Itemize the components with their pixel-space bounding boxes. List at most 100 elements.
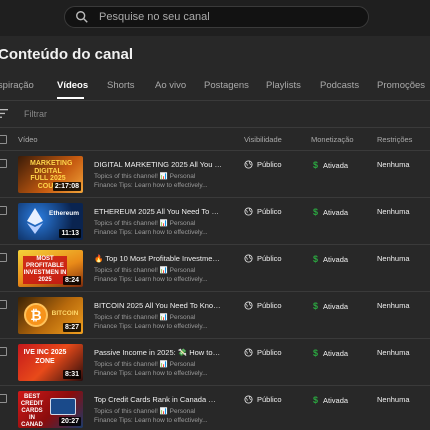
tab-promotions[interactable]: Promoções: [377, 80, 425, 91]
dollar-icon: $: [313, 160, 319, 170]
monetization-cell[interactable]: $ Ativada: [313, 348, 348, 358]
tab-inspiration[interactable]: Inspiração: [0, 80, 34, 91]
active-tab-indicator: [57, 97, 84, 99]
video-duration: 8:27: [62, 323, 81, 332]
video-title[interactable]: 🔥 Top 10 Most Profitable Investment...: [94, 254, 222, 263]
table-row[interactable]: Ethereum 11:13 ETHEREUM 2025 All You Nee…: [0, 197, 430, 244]
row-checkbox[interactable]: [0, 300, 7, 309]
monetization-cell[interactable]: $ Ativada: [313, 160, 348, 170]
row-checkbox[interactable]: [0, 206, 7, 215]
globe-icon: [244, 207, 253, 216]
restrictions-value: Nenhuma: [377, 254, 410, 263]
video-title[interactable]: BITCOIN 2025 All You Need To Know...: [94, 301, 222, 310]
visibility-value: Público: [257, 301, 282, 310]
video-duration: 20:27: [59, 417, 81, 426]
filter-icon[interactable]: [0, 109, 8, 118]
table-row[interactable]: MARKETING DIGITAL FULL 2025 COUR 2:17:08…: [0, 150, 430, 197]
row-checkbox[interactable]: [0, 253, 7, 262]
tab-podcasts[interactable]: Podcasts: [320, 80, 359, 91]
tab-posts[interactable]: Postagens: [204, 80, 249, 91]
restrictions-value: Nenhuma: [377, 395, 410, 404]
tab-videos[interactable]: Vídeos: [57, 80, 88, 91]
visibility-cell[interactable]: Público: [244, 207, 282, 216]
select-all-checkbox[interactable]: [0, 135, 7, 144]
restrictions-value: Nenhuma: [377, 301, 410, 310]
video-thumbnail[interactable]: ₿ BITCOIN 8:27: [18, 297, 83, 334]
row-checkbox[interactable]: [0, 394, 7, 403]
credit-card-icon: [50, 398, 76, 415]
page-title: Conteúdo do canal: [0, 46, 133, 63]
video-description: Topics of this channel! 📊 Personal Financ…: [94, 361, 208, 377]
filter-input[interactable]: Filtrar: [24, 109, 47, 119]
video-title[interactable]: DIGITAL MARKETING 2025 All You Ne...: [94, 160, 222, 169]
channel-search[interactable]: Pesquise no seu canal: [64, 6, 369, 28]
monetization-cell[interactable]: $ Ativada: [313, 254, 348, 264]
dollar-icon: $: [313, 301, 319, 311]
dollar-icon: $: [313, 395, 319, 405]
content-tabs: Inspiração Vídeos Shorts Ao vivo Postage…: [0, 70, 430, 100]
visibility-value: Público: [257, 254, 282, 263]
monetization-value: Ativada: [323, 160, 349, 170]
column-visibility[interactable]: Visibilidade: [244, 135, 282, 144]
monetization-cell[interactable]: $ Ativada: [313, 395, 348, 405]
tab-shorts[interactable]: Shorts: [107, 80, 134, 91]
video-duration: 8:31: [62, 370, 81, 379]
thumbnail-text: BEST CREDIT CARDS IN CANAD: [20, 394, 44, 428]
search-placeholder[interactable]: Pesquise no seu canal: [99, 11, 210, 23]
video-thumbnail[interactable]: MOST PROFITABLE INVESTMEN IN 2025 8:24: [18, 250, 83, 287]
column-restrictions[interactable]: Restrições: [377, 135, 412, 144]
row-checkbox[interactable]: [0, 159, 7, 168]
globe-icon: [244, 160, 253, 169]
table-row[interactable]: ₿ BITCOIN 8:27 BITCOIN 2025 All You Need…: [0, 291, 430, 338]
visibility-cell[interactable]: Público: [244, 254, 282, 263]
video-title[interactable]: Top Credit Cards Rank in Canada 💳 (...: [94, 395, 222, 404]
visibility-cell[interactable]: Público: [244, 348, 282, 357]
ethereum-logo-icon: [27, 208, 43, 234]
table-row[interactable]: BEST CREDIT CARDS IN CANAD 20:27 Top Cre…: [0, 385, 430, 430]
table-row[interactable]: IVE INC 2025 ZONE 8:31 Passive Income in…: [0, 338, 430, 385]
dollar-icon: $: [313, 207, 319, 217]
video-duration: 8:24: [62, 276, 81, 285]
dollar-icon: $: [313, 348, 319, 358]
visibility-value: Público: [257, 395, 282, 404]
table-row[interactable]: MOST PROFITABLE INVESTMEN IN 2025 8:24 🔥…: [0, 244, 430, 291]
tab-live[interactable]: Ao vivo: [155, 80, 186, 91]
video-thumbnail[interactable]: MARKETING DIGITAL FULL 2025 COUR 2:17:08: [18, 156, 83, 193]
visibility-cell[interactable]: Público: [244, 395, 282, 404]
video-duration: 11:13: [59, 229, 81, 238]
monetization-value: Ativada: [323, 348, 349, 358]
filter-row[interactable]: Filtrar: [0, 101, 430, 127]
video-description: Topics of this channel! 📊 Personal Financ…: [94, 267, 208, 283]
video-title[interactable]: ETHEREUM 2025 All You Need To Kno...: [94, 207, 222, 216]
video-thumbnail[interactable]: IVE INC 2025 ZONE 8:31: [18, 344, 83, 381]
video-title[interactable]: Passive Income in 2025: 💸 How to M...: [94, 348, 222, 357]
video-thumbnail[interactable]: Ethereum 11:13: [18, 203, 83, 240]
restrictions-value: Nenhuma: [377, 348, 410, 357]
tab-playlists[interactable]: Playlists: [266, 80, 301, 91]
monetization-value: Ativada: [323, 254, 349, 264]
video-duration: 2:17:08: [52, 182, 81, 191]
video-description: Topics of this channel! 📊 Personal Financ…: [94, 173, 208, 189]
globe-icon: [244, 254, 253, 263]
monetization-value: Ativada: [323, 395, 349, 405]
monetization-cell[interactable]: $ Ativada: [313, 301, 348, 311]
restrictions-value: Nenhuma: [377, 160, 410, 169]
video-thumbnail[interactable]: BEST CREDIT CARDS IN CANAD 20:27: [18, 391, 83, 428]
visibility-value: Público: [257, 348, 282, 357]
thumbnail-text: Ethereum: [49, 210, 79, 217]
monetization-value: Ativada: [323, 301, 349, 311]
globe-icon: [244, 395, 253, 404]
visibility-cell[interactable]: Público: [244, 301, 282, 310]
column-monetization[interactable]: Monetização: [311, 135, 354, 144]
visibility-cell[interactable]: Público: [244, 160, 282, 169]
thumbnail-text: BITCOIN: [51, 310, 79, 317]
thumbnail-text: IVE INC 2025 ZONE: [23, 349, 67, 365]
thumbnail-text: MOST PROFITABLE INVESTMEN IN 2025: [23, 256, 67, 284]
monetization-cell[interactable]: $ Ativada: [313, 207, 348, 217]
table-header: Vídeo Visibilidade Monetização Restriçõe…: [0, 128, 430, 150]
bitcoin-coin-icon: ₿: [24, 303, 48, 327]
column-video[interactable]: Vídeo: [18, 135, 38, 144]
row-checkbox[interactable]: [0, 347, 7, 356]
monetization-value: Ativada: [323, 207, 349, 217]
visibility-value: Público: [257, 160, 282, 169]
